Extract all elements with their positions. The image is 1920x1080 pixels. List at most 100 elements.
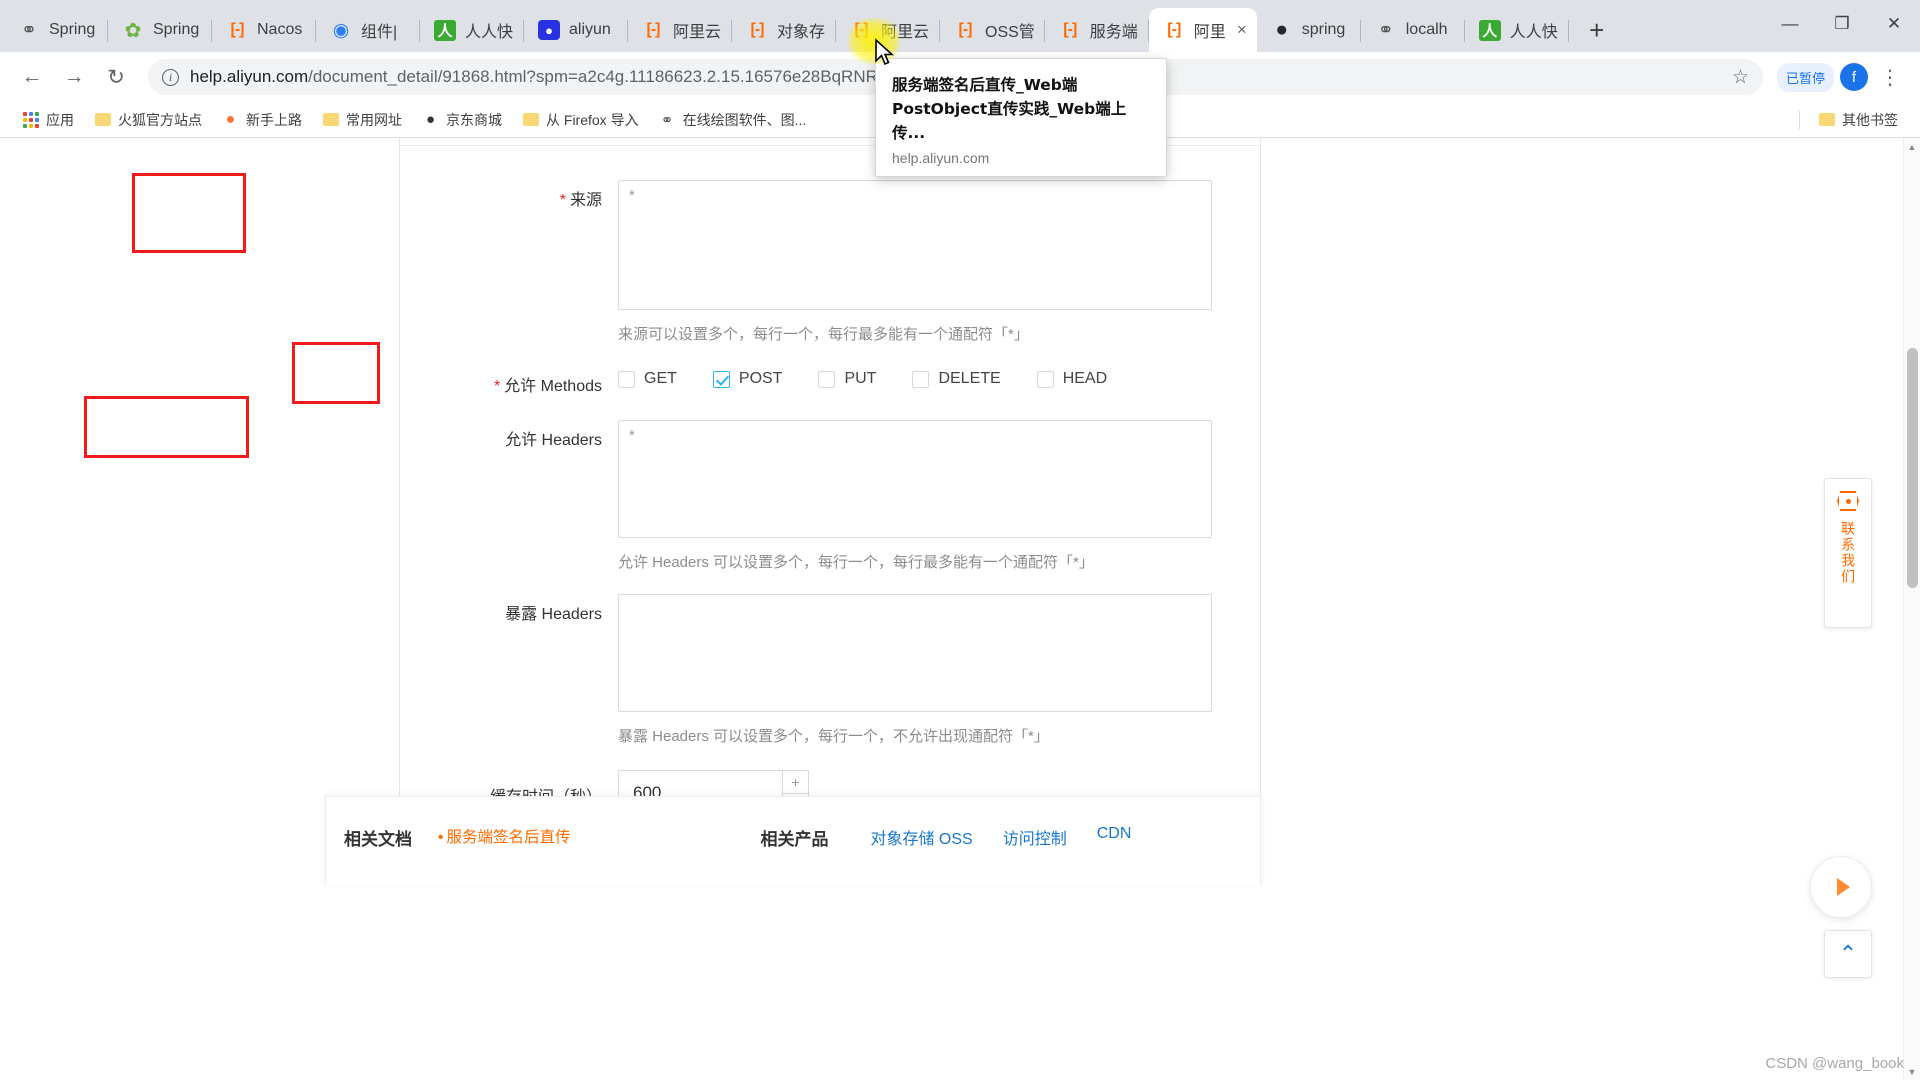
- source-textarea[interactable]: *: [618, 180, 1212, 310]
- required-asterisk: *: [559, 192, 566, 209]
- allow-headers-hint: 允许 Headers 可以设置多个，每行一个，每行最多能有一个通配符「*」: [618, 554, 1094, 571]
- url-path: /document_detail/91868.html?spm=a2c4g.11…: [308, 67, 893, 86]
- checkbox-box-checked[interactable]: [712, 370, 730, 388]
- new-tab-button[interactable]: +: [1577, 10, 1617, 50]
- avatar[interactable]: f: [1840, 63, 1868, 91]
- browser-tab-6[interactable]: ● aliyun: [524, 8, 628, 52]
- checkbox-delete[interactable]: DELETE: [912, 370, 1001, 388]
- form-row-expose-headers: 暴露 Headers 暴露 Headers 可以设置多个，每行一个，不允许出现通…: [400, 594, 1260, 746]
- checkbox-put[interactable]: PUT: [818, 370, 876, 388]
- contact-us-label: 联系我们: [1840, 521, 1857, 585]
- methods-control: GET POST PUT DELETE HEAD: [618, 366, 1260, 388]
- bookmark-star-icon[interactable]: ☆: [1732, 66, 1749, 89]
- bookmark-jd[interactable]: ● 京东商城: [414, 106, 510, 134]
- checkbox-box[interactable]: [818, 370, 836, 388]
- link-preview-title-line1: 服务端签名后直传_Web端: [892, 76, 1078, 94]
- close-icon[interactable]: ×: [1237, 20, 1247, 40]
- url-host: help.aliyun.com: [190, 67, 309, 86]
- back-to-top-button[interactable]: ⌃: [1824, 930, 1872, 978]
- minimize-button[interactable]: —: [1764, 0, 1816, 48]
- reload-button[interactable]: ↻: [98, 59, 134, 95]
- form-row-source: * 来源 * 来源可以设置多个，每行一个，每行最多能有一个通配符「*」: [400, 180, 1260, 344]
- browser-tab-9[interactable]: [-] 阿里云: [836, 8, 940, 52]
- globe-icon: ⚭: [1377, 19, 1394, 41]
- video-play-button[interactable]: [1810, 856, 1872, 918]
- expose-headers-control: 暴露 Headers 可以设置多个，每行一个，不允许出现通配符「*」: [618, 594, 1262, 746]
- bookmark-firefox-import[interactable]: 从 Firefox 导入: [514, 106, 647, 134]
- bookmark-online-drawing[interactable]: ⚭ 在线绘图软件、图...: [651, 106, 815, 134]
- expose-headers-hint: 暴露 Headers 可以设置多个，每行一个，不允许出现通配符「*」: [618, 728, 1049, 745]
- cors-rule-form-card: * 来源 * 来源可以设置多个，每行一个，每行最多能有一个通配符「*」 * 允许 M…: [399, 138, 1261, 816]
- browser-tab-1[interactable]: ⚭ Spring: [4, 8, 108, 52]
- related-doc-link[interactable]: • 服务端签名后直传: [438, 829, 570, 846]
- chevron-up-icon: ⌃: [1838, 941, 1858, 966]
- expose-headers-textarea[interactable]: [618, 594, 1212, 712]
- apps-grid-icon: [22, 111, 39, 128]
- allow-headers-label: 允许 Headers: [505, 432, 602, 449]
- browser-tab-active[interactable]: [-] 阿里 ×: [1148, 8, 1257, 52]
- bookmark-getting-started[interactable]: ● 新手上路: [214, 106, 310, 134]
- checkbox-get[interactable]: GET: [618, 370, 677, 388]
- browser-menu-icon[interactable]: ⋮: [1874, 65, 1906, 90]
- folder-icon: [94, 111, 111, 128]
- tab-label: 阿里: [1193, 24, 1226, 41]
- bookmark-apps[interactable]: 应用: [14, 106, 82, 134]
- allow-headers-textarea[interactable]: *: [618, 420, 1212, 538]
- bookmark-label: 其他书签: [1842, 111, 1898, 128]
- page-info-icon[interactable]: i: [162, 68, 179, 86]
- required-asterisk: *: [493, 378, 501, 395]
- tab-label: localh: [1405, 21, 1448, 38]
- annotation-box-source: [132, 173, 246, 253]
- expose-headers-label: 暴露 Headers: [505, 606, 602, 623]
- scrollbar-thumb[interactable]: [1907, 348, 1918, 588]
- stepper-increment[interactable]: +: [782, 770, 809, 793]
- checkbox-label: HEAD: [1062, 370, 1108, 387]
- contact-us-widget[interactable]: 联系我们: [1824, 478, 1872, 628]
- bookmark-common-sites[interactable]: 常用网址: [314, 106, 410, 134]
- browser-tab-2[interactable]: ✿ Spring: [108, 8, 212, 52]
- browser-tab-4[interactable]: ◉ 组件|: [316, 8, 420, 52]
- renren-icon: 人: [1478, 19, 1501, 41]
- browser-tab-3[interactable]: [-] Nacos: [212, 8, 316, 52]
- browser-tab-7[interactable]: [-] 阿里云: [628, 8, 732, 52]
- bookmark-firefox-official[interactable]: 火狐官方站点: [86, 106, 210, 134]
- checkbox-box[interactable]: [618, 370, 635, 388]
- tab-label: 阿里云: [881, 24, 930, 41]
- vertical-scrollbar[interactable]: ▲ ▼: [1903, 138, 1920, 1080]
- checkbox-box[interactable]: [912, 370, 930, 388]
- checkbox-head[interactable]: HEAD: [1036, 370, 1108, 388]
- scroll-up-arrow[interactable]: ▲: [1904, 138, 1920, 155]
- browser-window: ⚭ Spring ✿ Spring [-] Nacos ◉ 组件| 人 人人快 …: [0, 0, 1920, 1080]
- source-hint: 来源可以设置多个，每行一个，每行最多能有一个通配符「*」: [618, 326, 1029, 343]
- browser-tab-10[interactable]: [-] OSS管: [940, 8, 1045, 52]
- browser-tab-15[interactable]: 人 人人快: [1465, 8, 1569, 52]
- browser-tab-13[interactable]: ● spring: [1257, 8, 1361, 52]
- close-window-button[interactable]: ✕: [1868, 0, 1920, 48]
- scroll-down-arrow[interactable]: ▼: [1904, 1063, 1920, 1080]
- bookmark-other[interactable]: 其他书签: [1810, 106, 1906, 134]
- checkbox-post[interactable]: POST: [712, 370, 782, 388]
- allow-headers-control: * 允许 Headers 可以设置多个，每行一个，每行最多能有一个通配符「*」: [618, 420, 1262, 572]
- tab-strip: ⚭ Spring ✿ Spring [-] Nacos ◉ 组件| 人 人人快 …: [0, 0, 1920, 52]
- annotation-box-allow-headers: [84, 396, 249, 458]
- maximize-button[interactable]: ❐: [1816, 0, 1868, 48]
- browser-tab-14[interactable]: ⚭ localh: [1361, 8, 1465, 52]
- tab-label: 对象存: [777, 24, 826, 41]
- bookmark-label: 从 Firefox 导入: [546, 111, 639, 128]
- product-link-oss[interactable]: 对象存储 OSS: [870, 825, 972, 849]
- product-link-ram[interactable]: 访问控制: [1003, 825, 1067, 849]
- browser-tab-5[interactable]: 人 人人快: [420, 8, 524, 52]
- link-preview-title-line2: PostObject直传实践_Web端上传...: [892, 100, 1127, 143]
- related-docs-column: 相关文档: [326, 825, 438, 850]
- tab-label: Spring: [49, 21, 96, 38]
- forward-button[interactable]: →: [56, 59, 92, 95]
- back-button[interactable]: ←: [14, 59, 50, 95]
- checkbox-box[interactable]: [1036, 370, 1054, 388]
- checkbox-label: GET: [644, 370, 677, 387]
- bookmark-label: 新手上路: [246, 111, 302, 128]
- product-link-cdn[interactable]: CDN: [1097, 825, 1132, 849]
- browser-tab-11[interactable]: [-] 服务端: [1045, 8, 1149, 52]
- browser-tab-8[interactable]: [-] 对象存: [732, 8, 836, 52]
- related-doc-link-label: 服务端签名后直传: [446, 829, 571, 846]
- pause-badge[interactable]: 已暂停: [1776, 62, 1834, 92]
